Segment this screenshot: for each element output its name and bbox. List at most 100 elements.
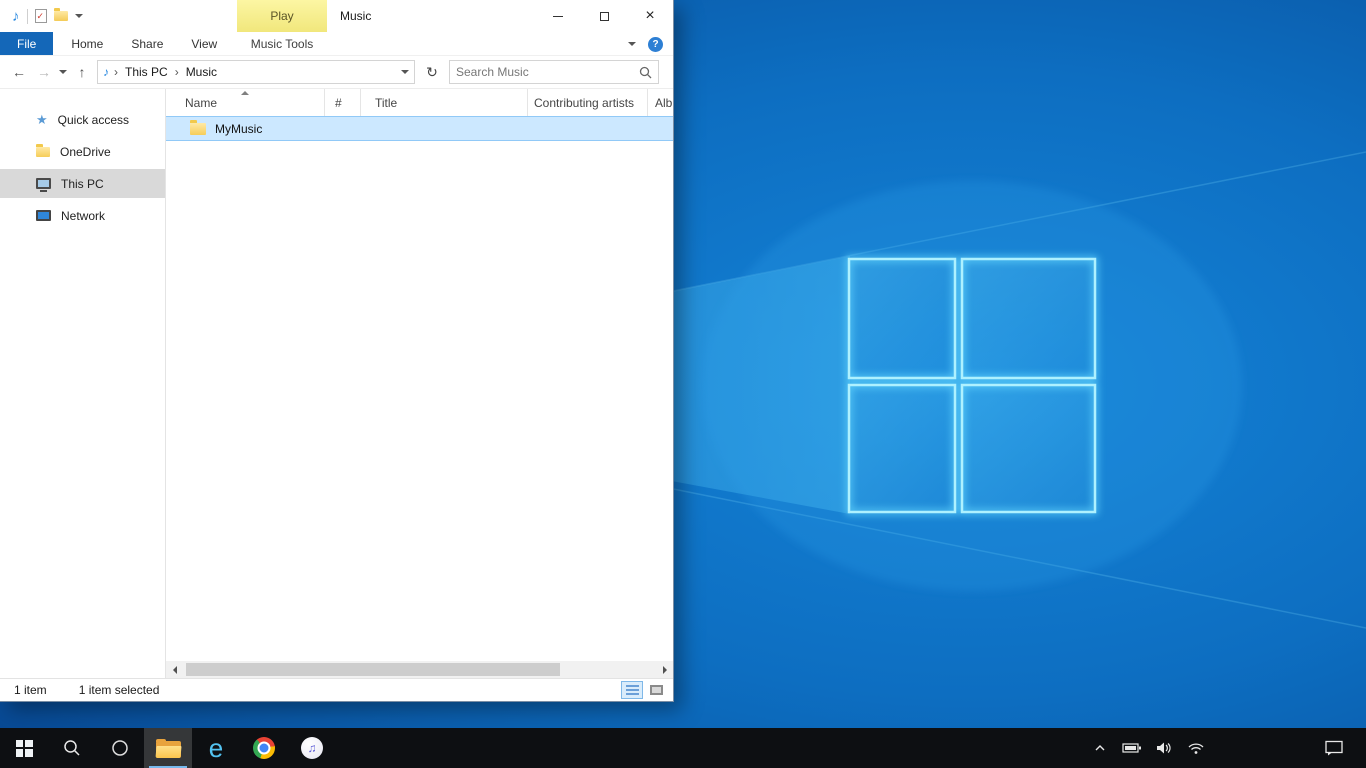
back-button[interactable]: ← [9, 64, 29, 80]
scrollbar-thumb[interactable] [186, 663, 560, 676]
taskbar-search-button[interactable] [48, 728, 96, 768]
breadcrumb-music[interactable]: Music [184, 65, 219, 79]
chrome-icon [253, 737, 275, 759]
status-bar: 1 item 1 item selected [0, 678, 673, 701]
properties-icon[interactable] [35, 9, 47, 23]
internet-explorer-icon: e [209, 735, 223, 761]
file-explorer-button[interactable] [144, 728, 192, 768]
breadcrumb-this-pc[interactable]: This PC [123, 65, 170, 79]
scrollbar-track[interactable] [183, 661, 656, 678]
close-icon: × [645, 8, 654, 24]
sidebar-item-label: OneDrive [60, 145, 111, 159]
close-button[interactable]: × [627, 0, 673, 32]
tab-share[interactable]: Share [117, 32, 177, 55]
sidebar-item-label: Network [61, 209, 105, 223]
scroll-right-button[interactable] [656, 661, 673, 678]
tab-music-tools[interactable]: Music Tools [237, 32, 327, 56]
search-input[interactable] [456, 65, 635, 79]
tab-view[interactable]: View [177, 32, 231, 55]
expand-ribbon-chevron-icon[interactable] [628, 42, 636, 46]
minimize-icon [553, 16, 563, 17]
file-row-mymusic[interactable]: MyMusic [166, 116, 673, 141]
details-view-button[interactable] [621, 681, 643, 699]
itunes-icon: ♫ [301, 737, 323, 759]
file-explorer-icon [156, 739, 181, 758]
chrome-button[interactable] [240, 728, 288, 768]
minimize-button[interactable] [535, 0, 581, 32]
windows-logo [849, 259, 1095, 512]
network-icon [36, 210, 51, 221]
cortana-button[interactable] [96, 728, 144, 768]
cortana-icon [111, 739, 129, 757]
sidebar-item-label: Quick access [58, 113, 129, 127]
large-icons-view-button[interactable] [645, 681, 667, 699]
location-music-icon: ♪ [103, 66, 109, 78]
column-label: Name [185, 96, 217, 110]
quick-access-toolbar: ♪ [0, 9, 83, 24]
ribbon-right-controls: ? [628, 32, 663, 56]
column-header-name[interactable]: Name [166, 89, 325, 116]
network-button[interactable] [1184, 728, 1208, 768]
action-center-button[interactable] [1316, 728, 1352, 768]
volume-button[interactable] [1152, 728, 1176, 768]
tab-file[interactable]: File [0, 32, 53, 55]
show-hidden-icons-button[interactable] [1088, 728, 1112, 768]
column-label: Alb [655, 96, 672, 110]
column-header-album[interactable]: Alb [648, 89, 673, 116]
navigation-pane: ★ Quick access OneDrive This PC Network [0, 89, 166, 678]
sidebar-item-onedrive[interactable]: OneDrive [0, 137, 165, 166]
scroll-left-button[interactable] [166, 661, 183, 678]
column-label: # [335, 96, 342, 110]
search-icon [63, 739, 81, 757]
window-title: Music [340, 0, 371, 32]
help-button[interactable]: ? [648, 37, 663, 52]
itunes-button[interactable]: ♫ [288, 728, 336, 768]
address-dropdown-chevron-icon[interactable] [401, 70, 409, 74]
up-button[interactable]: ↑ [72, 64, 92, 80]
chevron-up-icon [1094, 743, 1106, 753]
new-folder-icon[interactable] [54, 11, 68, 21]
column-label: Title [375, 96, 397, 110]
speaker-icon [1156, 741, 1172, 755]
contextual-tab-group[interactable]: Play [237, 0, 327, 32]
battery-icon [1122, 742, 1142, 754]
address-bar[interactable]: ♪ › This PC › Music [97, 60, 415, 84]
column-header-title[interactable]: Title [361, 89, 528, 116]
forward-button[interactable]: → [34, 64, 54, 80]
column-header-contributing-artists[interactable]: Contributing artists [528, 89, 648, 116]
computer-icon [36, 178, 51, 189]
file-list-area: Name # Title Contributing artists Alb My… [166, 89, 673, 678]
recent-locations-chevron-icon[interactable] [59, 70, 67, 74]
item-count: 1 item [14, 683, 47, 697]
titlebar[interactable]: ♪ Play Music × [0, 0, 673, 32]
onedrive-icon [36, 147, 50, 157]
explorer-window: ♪ Play Music × File Home Share View Musi… [0, 0, 674, 702]
tab-home[interactable]: Home [57, 32, 117, 55]
sidebar-item-this-pc[interactable]: This PC [0, 169, 165, 198]
sort-ascending-icon [241, 91, 249, 95]
refresh-button[interactable]: ↻ [420, 60, 444, 84]
start-button[interactable] [0, 728, 48, 768]
system-tray [1088, 728, 1208, 768]
start-icon [16, 740, 33, 757]
battery-button[interactable] [1120, 728, 1144, 768]
scroll-left-icon [173, 666, 177, 674]
large-icons-view-icon [650, 685, 663, 695]
action-center-icon [1325, 740, 1343, 756]
maximize-button[interactable] [581, 0, 627, 32]
details-view-icon [626, 685, 639, 695]
app-music-icon: ♪ [12, 9, 20, 24]
selection-count: 1 item selected [79, 683, 160, 697]
window-controls: × [535, 0, 673, 32]
address-bar-row: ← → ↑ ♪ › This PC › Music ↻ [0, 56, 673, 89]
sidebar-item-quick-access[interactable]: ★ Quick access [0, 105, 165, 134]
internet-explorer-button[interactable]: e [192, 728, 240, 768]
sidebar-item-network[interactable]: Network [0, 201, 165, 230]
search-box [449, 60, 659, 84]
column-header-number[interactable]: # [325, 89, 361, 116]
search-icon[interactable] [639, 66, 652, 79]
customize-toolbar-chevron-icon[interactable] [75, 14, 83, 18]
wifi-icon [1187, 741, 1205, 755]
quick-access-star-icon: ★ [36, 113, 48, 126]
horizontal-scrollbar[interactable] [166, 661, 673, 678]
